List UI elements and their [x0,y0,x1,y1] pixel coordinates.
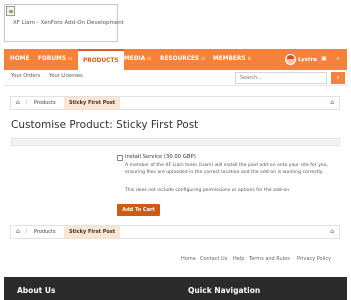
footer-link-home[interactable]: Home [181,256,196,262]
nav-members[interactable]: MEMBERS ▫ [213,49,251,70]
breadcrumb-current[interactable]: Sticky First Post [64,226,121,238]
breadcrumb-separator: | [26,99,28,105]
breadcrumb-current[interactable]: Sticky First Post [64,97,121,109]
username: Lystra [297,57,317,63]
breadcrumb-end-icon[interactable]: ⌂ [330,228,334,235]
nav-forums[interactable]: FORUMS ▫ [38,49,72,70]
add-to-cart-button[interactable]: Add To Cart [117,204,160,216]
nav-resources[interactable]: RESOURCES ▫ [160,49,205,70]
footer-link-privacy[interactable]: Privacy Policy [297,256,331,262]
search-input[interactable] [235,72,327,84]
avatar [284,54,296,65]
nav-products[interactable]: PRODUCTS [78,49,124,71]
nav-media[interactable]: MEDIA ▫ [124,49,151,70]
footer-link-terms[interactable]: Terms and Rules [249,256,290,262]
home-icon[interactable]: ⌂ [16,99,20,106]
subnav-your-licenses[interactable]: Your Licenses [49,73,83,79]
breadcrumb-end-icon[interactable]: ⌂ [330,99,334,106]
form-header-bar [11,138,340,146]
install-service-label[interactable]: Install Service (30.00 GBP) [125,154,196,160]
logo-alt-text: XF Liam - XenForo Add-On Development [13,20,124,26]
footer: About Us Quick Navigation [4,277,347,300]
home-icon[interactable]: ⌂ [16,228,20,235]
breadcrumb-products[interactable]: Products [34,100,56,106]
footer-link-contact[interactable]: Contact Us [200,256,227,262]
main-navbar: HOME FORUMS ▫ PRODUCTS MEDIA ▫ RESOURCES… [4,49,347,71]
broken-image-icon [6,6,15,16]
bell-icon[interactable]: ▣ [318,53,330,65]
breadcrumb: ⌂ | Products Sticky First Post ⌂ [10,96,340,110]
site-logo[interactable]: XF Liam - XenForo Add-On Development [4,4,124,42]
page-title: Customise Product: Sticky First Post [11,119,199,131]
footer-about-heading: About Us [17,286,56,295]
subnav-your-orders[interactable]: Your Orders [11,73,40,79]
breadcrumb-separator: | [26,228,28,234]
search-button[interactable]: ⌕ [331,72,345,84]
install-service-description: A member of the XF Liam team (Liam) will… [125,163,328,175]
footer-link-help[interactable]: Help [233,256,244,262]
breadcrumb-bottom: ⌂ | Products Sticky First Post ⌂ [10,225,340,239]
user-menu[interactable]: Lystra [284,53,317,67]
install-service-checkbox[interactable] [117,155,123,161]
install-service-note: This does not include configuring permis… [125,188,291,193]
nav-home[interactable]: HOME [10,49,30,70]
search-icon[interactable]: ⌕ [332,53,344,65]
footer-quicknav-heading: Quick Navigation [188,286,261,295]
breadcrumb-products[interactable]: Products [34,229,56,235]
search-icon: ⌕ [336,74,340,81]
